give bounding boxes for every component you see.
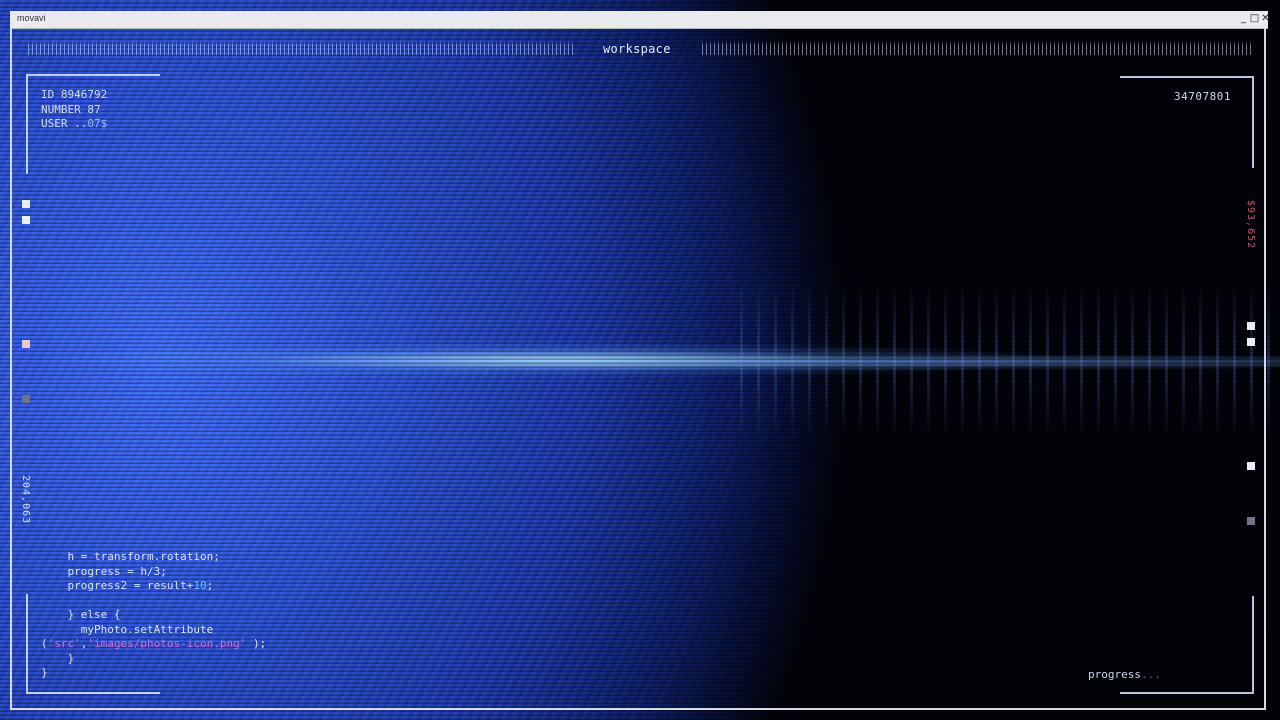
- user-line: USER ..07$: [41, 117, 107, 130]
- ruler-right: [702, 41, 1254, 55]
- marker-square: [1247, 322, 1255, 330]
- marker-square: [22, 340, 30, 348]
- code-line: h = transform.rotation;: [67, 550, 220, 563]
- number-line: NUMBER 87: [41, 102, 101, 116]
- code-block: h = transform.rotation; progress = h/3; …: [41, 550, 266, 681]
- left-vertical-readout: 204,063: [20, 475, 31, 525]
- marker-square: [1247, 338, 1255, 346]
- id-line: ID 8946792: [41, 88, 108, 101]
- signal-bars: [740, 280, 1280, 440]
- code-token: progress2 = result+: [67, 579, 194, 592]
- code-string: 'src': [47, 637, 81, 650]
- user-prefix: USER ..: [41, 117, 88, 130]
- code-token: ;: [206, 579, 214, 592]
- marker-square: [22, 395, 30, 403]
- marker-square: [1247, 517, 1255, 525]
- marker-square: [1247, 462, 1255, 470]
- progress-label: progress...: [1088, 668, 1161, 681]
- ruler-left: [28, 41, 576, 55]
- workspace-label: workspace: [603, 42, 671, 56]
- close-button[interactable]: ✕: [1260, 12, 1271, 25]
- marker-square: [22, 216, 30, 224]
- code-line: progress = h/3;: [67, 564, 167, 578]
- info-block: ID 8946792 NUMBER 87 USER ..07$: [41, 88, 107, 132]
- code-token: (: [41, 637, 48, 650]
- marker-square: [22, 200, 30, 208]
- code-line: }: [41, 666, 48, 679]
- code-line: } else {: [67, 608, 121, 621]
- progress-text: progress: [1088, 668, 1141, 681]
- top-right-id: 34707801: [1174, 90, 1231, 103]
- minimize-button[interactable]: _: [1238, 12, 1249, 25]
- code-string: 'images/photos-icon.png': [87, 637, 247, 650]
- code-line: myPhoto.setAttribute: [80, 622, 214, 636]
- window-titlebar[interactable]: movavi _ □ ✕: [10, 11, 1271, 29]
- code-number: 10: [193, 579, 207, 592]
- right-vertical-readout: $93,652: [1245, 200, 1256, 250]
- code-line: }: [67, 651, 75, 665]
- app-title: movavi: [17, 13, 46, 23]
- progress-ellipsis: ...: [1140, 668, 1161, 681]
- code-line: progress2 = result+10;: [68, 579, 214, 592]
- user-suffix: 07$: [87, 117, 108, 130]
- maximize-button[interactable]: □: [1249, 12, 1260, 25]
- code-line: ('src','images/photos-icon.png' );: [41, 637, 266, 650]
- code-token: );: [252, 637, 267, 650]
